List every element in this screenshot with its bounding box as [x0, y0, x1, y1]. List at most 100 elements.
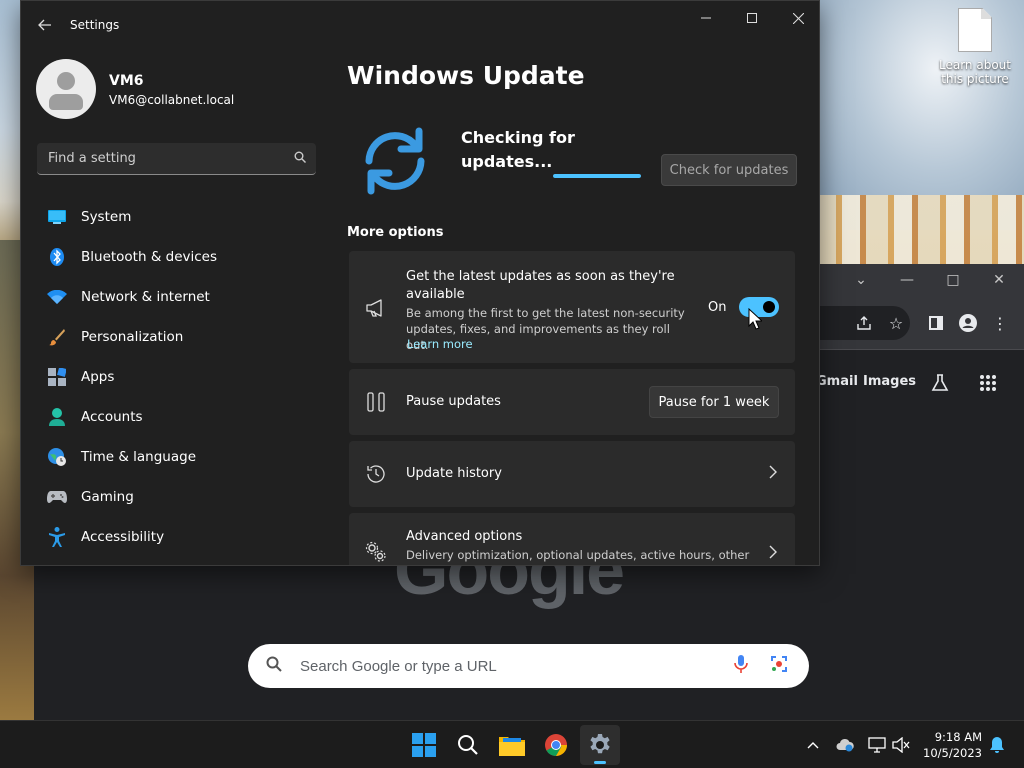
labs-flask-icon[interactable] — [924, 366, 956, 400]
sidebar-item-label: Bluetooth & devices — [81, 249, 218, 265]
update-status: Checking for updates... — [461, 128, 575, 171]
start-button[interactable] — [404, 725, 444, 765]
settings-taskbar-button[interactable] — [580, 725, 620, 765]
accessibility-icon — [47, 527, 67, 547]
find-setting-input[interactable] — [37, 143, 287, 174]
sidebar-item-label: Personalization — [81, 329, 184, 345]
search-icon — [266, 656, 286, 676]
bluetooth-icon — [47, 247, 67, 267]
search-icon — [458, 735, 478, 755]
sidebar-item-label: Accessibility — [81, 529, 165, 545]
minimize-button[interactable] — [683, 1, 729, 35]
chevron-right-icon — [769, 545, 777, 563]
update-history-card[interactable]: Update history — [349, 441, 795, 507]
card-title: Update history — [406, 466, 502, 481]
chrome-taskbar-button[interactable] — [536, 725, 576, 765]
side-panel-icon[interactable] — [920, 306, 952, 340]
advanced-options-card[interactable]: Advanced options Delivery optimization, … — [349, 513, 795, 565]
gmail-link[interactable]: Gmail — [816, 374, 858, 389]
mouse-cursor-icon — [748, 308, 762, 330]
system-clock[interactable]: 9:18 AM 10/5/2023 — [918, 729, 982, 761]
document-icon — [958, 8, 992, 52]
sidebar-item-time-language[interactable]: Time & language — [37, 437, 337, 477]
back-arrow-icon[interactable] — [35, 13, 55, 37]
sidebar-item-accessibility[interactable]: Accessibility — [37, 517, 337, 557]
brush-icon — [47, 327, 67, 347]
chevron-down-icon[interactable]: ⌄ — [838, 264, 884, 296]
sidebar-item-label: Time & language — [81, 449, 197, 465]
page-title: Windows Update — [347, 61, 585, 90]
card-title: Advanced options — [406, 529, 523, 544]
active-app-indicator — [594, 761, 606, 764]
pause-icon — [363, 389, 389, 415]
profile-icon[interactable] — [952, 306, 984, 340]
notification-bell-icon[interactable] — [986, 721, 1008, 768]
sidebar-item-network[interactable]: Network & internet — [37, 277, 337, 317]
taskbar: 9:18 AM 10/5/2023 — [0, 720, 1024, 768]
sidebar-item-personalization[interactable]: Personalization — [37, 317, 337, 357]
wifi-icon — [47, 287, 67, 307]
history-icon — [363, 461, 389, 487]
sidebar-item-bluetooth[interactable]: Bluetooth & devices — [37, 237, 337, 277]
pause-for-1-week-button[interactable]: Pause for 1 week — [649, 386, 779, 418]
share-icon[interactable] — [848, 306, 880, 340]
settings-titlebar[interactable]: Settings — [21, 1, 819, 49]
close-button[interactable] — [775, 1, 819, 35]
settings-nav: System Bluetooth & devices Network & int… — [37, 197, 337, 557]
sidebar-item-gaming[interactable]: Gaming — [37, 477, 337, 517]
megaphone-icon — [363, 295, 389, 321]
check-for-updates-button[interactable]: Check for updates — [661, 154, 797, 186]
file-explorer-button[interactable] — [492, 725, 532, 765]
desktop-icon-label: Learn about this picture — [939, 58, 1011, 86]
apps-grid-icon[interactable] — [972, 366, 1004, 400]
user-email: VM6@collabnet.local — [109, 93, 235, 107]
gamepad-icon — [47, 487, 67, 507]
sidebar-item-apps[interactable]: Apps — [37, 357, 337, 397]
kebab-menu-icon[interactable]: ⋮ — [984, 306, 1016, 340]
gear-icon — [590, 734, 610, 754]
more-options-heading: More options — [347, 225, 444, 240]
pause-updates-card: Pause updates Pause for 1 week — [349, 369, 795, 435]
google-search-box[interactable]: Search Google or type a URL — [248, 644, 809, 688]
maximize-button[interactable]: □ — [930, 264, 976, 296]
chevron-right-icon — [769, 465, 777, 483]
folder-icon — [499, 737, 525, 756]
onedrive-icon[interactable] — [834, 721, 856, 768]
window-title: Settings — [70, 18, 120, 32]
google-lens-icon[interactable] — [767, 655, 791, 677]
card-title: Pause updates — [406, 394, 501, 409]
find-setting-box[interactable] — [37, 143, 316, 175]
person-icon — [47, 407, 67, 427]
user-name: VM6 — [109, 73, 144, 89]
search-placeholder: Search Google or type a URL — [300, 657, 497, 675]
minimize-button[interactable]: — — [884, 264, 930, 296]
sidebar-item-label: Network & internet — [81, 289, 210, 305]
windows-logo-icon — [412, 733, 436, 757]
search-icon — [294, 151, 306, 166]
chrome-icon — [545, 734, 567, 756]
sidebar-item-system[interactable]: System — [37, 197, 337, 237]
latest-updates-card[interactable]: Get the latest updates as soon as they'r… — [349, 251, 795, 363]
clock-date: 10/5/2023 — [923, 746, 982, 760]
volume-muted-icon[interactable] — [890, 721, 912, 768]
toggle-label: On — [708, 300, 727, 315]
network-icon[interactable] — [866, 721, 888, 768]
bookmark-star-icon[interactable]: ☆ — [880, 306, 912, 340]
monitor-icon — [47, 207, 67, 227]
desktop-icon-learn-about-picture[interactable]: Learn about this picture — [936, 8, 1014, 86]
update-progress-bar — [553, 174, 641, 178]
sidebar-item-label: Accounts — [81, 409, 143, 425]
learn-more-link[interactable]: Learn more — [407, 337, 473, 351]
tray-overflow-chevron-icon[interactable] — [802, 721, 824, 768]
sidebar-item-accounts[interactable]: Accounts — [37, 397, 337, 437]
clock-time: 9:18 AM — [934, 730, 982, 744]
settings-window[interactable]: Settings VM6 VM6@collabnet.local System — [20, 0, 820, 566]
taskbar-search-button[interactable] — [448, 725, 488, 765]
avatar — [36, 59, 96, 119]
card-description: Delivery optimization, optional updates,… — [406, 548, 750, 562]
close-button[interactable]: ✕ — [976, 264, 1022, 296]
microphone-icon[interactable] — [729, 654, 753, 678]
images-link[interactable]: Images — [863, 374, 916, 389]
apps-icon — [47, 367, 67, 387]
maximize-button[interactable] — [729, 1, 775, 35]
